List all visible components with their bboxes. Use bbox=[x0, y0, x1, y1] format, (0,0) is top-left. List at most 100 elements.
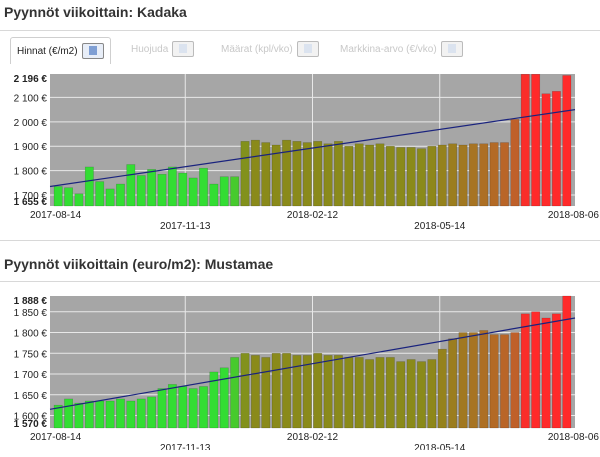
bar bbox=[396, 361, 406, 429]
chart1-title: Pyynnöt viikoittain: Kadaka bbox=[4, 4, 187, 20]
bar bbox=[136, 398, 146, 429]
bar bbox=[302, 142, 312, 207]
bar bbox=[157, 174, 167, 207]
y-axis-label: 1 700 € bbox=[14, 370, 48, 381]
bar bbox=[209, 183, 219, 207]
x-axis-label: 2017-08-14 bbox=[30, 432, 82, 443]
bar bbox=[116, 183, 125, 207]
bar bbox=[531, 73, 541, 207]
bar bbox=[84, 400, 94, 429]
y-axis-label: 1 900 € bbox=[14, 142, 48, 153]
bar bbox=[261, 142, 271, 207]
x-axis-label: 2017-08-14 bbox=[30, 210, 82, 221]
bar bbox=[427, 359, 437, 429]
bar bbox=[157, 388, 167, 429]
bar bbox=[116, 398, 125, 429]
tab-market-value-label: Markkina-arvo (€/vko) bbox=[340, 43, 437, 55]
bar bbox=[271, 353, 281, 429]
chart-export-icon[interactable] bbox=[296, 41, 319, 57]
x-axis-label: 2018-02-12 bbox=[287, 432, 339, 443]
bar bbox=[541, 317, 551, 429]
bar bbox=[448, 338, 458, 429]
chart-export-icon[interactable] bbox=[440, 41, 463, 57]
bar bbox=[489, 334, 499, 429]
bar bbox=[417, 361, 426, 429]
bar bbox=[230, 176, 240, 207]
bar bbox=[417, 148, 426, 207]
bar bbox=[354, 143, 364, 207]
bar bbox=[302, 355, 312, 429]
bar bbox=[323, 355, 333, 429]
bar bbox=[64, 187, 73, 207]
bar bbox=[375, 143, 385, 207]
bar bbox=[251, 139, 260, 207]
bar bbox=[562, 75, 572, 207]
y-axis-label: 1 800 € bbox=[14, 329, 48, 340]
bar bbox=[167, 384, 177, 429]
bar bbox=[95, 181, 105, 207]
bar bbox=[334, 141, 343, 207]
bar bbox=[334, 355, 343, 429]
bar bbox=[365, 144, 374, 207]
title-divider bbox=[0, 30, 600, 31]
bar bbox=[147, 169, 157, 207]
bar bbox=[427, 145, 437, 207]
bar bbox=[510, 119, 520, 207]
tab-market-value[interactable]: Markkina-arvo (€/vko) bbox=[340, 37, 463, 61]
tab-quantities-label: Määrat (kpl/vko) bbox=[221, 43, 293, 55]
bar bbox=[199, 167, 208, 207]
chart2-title: Pyynnöt viikoittain (euro/m2): Mustamae bbox=[4, 256, 274, 272]
tab-volatility[interactable]: Huojuda bbox=[131, 37, 195, 61]
y-axis-label: 1 888 € bbox=[14, 296, 48, 307]
chart-export-icon[interactable] bbox=[81, 43, 104, 59]
x-axis-label: 2018-02-12 bbox=[287, 210, 339, 221]
bar bbox=[541, 93, 551, 207]
bar bbox=[74, 193, 84, 207]
bar bbox=[282, 139, 291, 207]
bar bbox=[199, 386, 208, 429]
bar bbox=[458, 332, 468, 429]
bar bbox=[84, 166, 94, 207]
bar bbox=[396, 147, 406, 207]
bar bbox=[458, 144, 468, 207]
bar bbox=[489, 142, 499, 207]
x-axis-label: 2018-08-06 bbox=[548, 432, 600, 443]
bar bbox=[251, 355, 260, 429]
bar bbox=[531, 311, 541, 429]
bar bbox=[167, 166, 177, 207]
bar bbox=[437, 348, 447, 429]
bar bbox=[365, 359, 374, 429]
bar bbox=[344, 357, 354, 429]
bar bbox=[354, 357, 364, 429]
bar bbox=[375, 357, 385, 429]
bar bbox=[53, 186, 63, 207]
tab-prices[interactable]: Hinnat (€/m2) bbox=[10, 37, 111, 64]
bar bbox=[74, 402, 84, 429]
bar bbox=[468, 143, 478, 207]
bar bbox=[479, 330, 489, 429]
bar bbox=[510, 332, 520, 429]
bar bbox=[552, 91, 561, 207]
bar bbox=[64, 398, 73, 429]
bar bbox=[479, 143, 489, 207]
tab-quantities[interactable]: Määrat (kpl/vko) bbox=[221, 37, 319, 61]
bar bbox=[552, 313, 561, 429]
y-axis-label: 1 600 € bbox=[14, 412, 48, 423]
y-axis-label: 1 750 € bbox=[14, 349, 48, 360]
x-axis-label: 2018-05-14 bbox=[414, 221, 466, 232]
bar bbox=[188, 388, 198, 429]
bar bbox=[313, 353, 323, 429]
bar bbox=[136, 175, 146, 207]
bar bbox=[344, 145, 354, 207]
y-axis-label: 1 800 € bbox=[14, 167, 48, 178]
bar bbox=[468, 332, 478, 429]
bar bbox=[520, 73, 530, 207]
bar bbox=[126, 164, 136, 207]
bar bbox=[95, 400, 105, 429]
bar bbox=[230, 357, 240, 429]
bar bbox=[105, 188, 115, 207]
chart-export-icon[interactable] bbox=[172, 41, 195, 57]
bar bbox=[448, 143, 458, 207]
x-axis-label: 2018-08-06 bbox=[548, 210, 600, 221]
y-axis-label: 2 000 € bbox=[14, 118, 48, 129]
